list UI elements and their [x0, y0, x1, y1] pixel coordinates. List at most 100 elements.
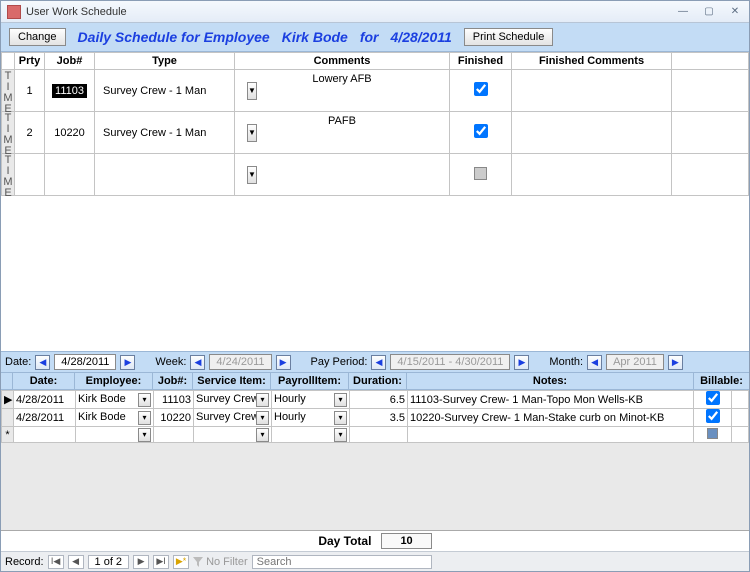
- change-button[interactable]: Change: [9, 28, 66, 46]
- col-job: Job#: [45, 53, 95, 70]
- employee-value[interactable]: Kirk Bode: [78, 393, 138, 407]
- duration-cell[interactable]: 6.5: [350, 391, 408, 409]
- nav-date-prev[interactable]: ◀: [35, 355, 50, 370]
- nav-date-value[interactable]: 4/28/2011: [54, 354, 116, 370]
- nav-bar: Date: ◀ 4/28/2011 ▶ Week: ◀ 4/24/2011 ▶ …: [1, 351, 749, 373]
- lcol-duration: Duration:: [349, 373, 407, 389]
- prty-cell[interactable]: 1: [15, 70, 45, 112]
- service-dropdown-icon[interactable]: ▾: [256, 411, 269, 425]
- service-value[interactable]: Survey Crew-: [196, 411, 256, 425]
- comments-cell[interactable]: PAFB: [235, 112, 450, 154]
- job-cell[interactable]: 10220: [154, 409, 194, 427]
- notes-cell[interactable]: 10220-Survey Crew- 1 Man-Stake curb on M…: [408, 409, 694, 427]
- filter-status[interactable]: No Filter: [193, 556, 248, 568]
- nav-period-next[interactable]: ▶: [514, 355, 529, 370]
- service-dropdown-icon[interactable]: ▾: [256, 393, 269, 407]
- nav-week-value[interactable]: 4/24/2011: [209, 354, 271, 370]
- col-prty: Prty: [15, 53, 45, 70]
- employee-value[interactable]: [78, 428, 138, 442]
- record-first[interactable]: I◀: [48, 555, 64, 569]
- billable-checkbox[interactable]: [706, 409, 720, 423]
- record-new[interactable]: ▶*: [173, 555, 189, 569]
- job-number[interactable]: 11103: [52, 84, 87, 98]
- payroll-dropdown-icon[interactable]: ▾: [334, 393, 347, 407]
- record-nav-bar: Record: I◀ ◀ 1 of 2 ▶ ▶I ▶* No Filter: [1, 551, 749, 571]
- lcol-job: Job#:: [153, 373, 193, 389]
- nav-month-prev[interactable]: ◀: [587, 355, 602, 370]
- spacer: [1, 242, 749, 351]
- app-window: User Work Schedule — ▢ ✕ Change Daily Sc…: [0, 0, 750, 572]
- finished-checkbox[interactable]: [474, 124, 488, 138]
- row-selector[interactable]: ▶: [2, 391, 14, 409]
- finished-checkbox[interactable]: [474, 82, 488, 96]
- payroll-value[interactable]: [274, 428, 334, 442]
- duration-cell[interactable]: 3.5: [350, 409, 408, 427]
- record-last[interactable]: ▶I: [153, 555, 169, 569]
- date-cell[interactable]: 4/28/2011: [14, 409, 76, 427]
- employee-value[interactable]: Kirk Bode: [78, 411, 138, 425]
- nav-month-next[interactable]: ▶: [668, 355, 683, 370]
- nav-period-label: Pay Period:: [311, 356, 368, 368]
- fin-comments-cell[interactable]: [512, 70, 672, 112]
- payroll-dropdown-icon[interactable]: ▾: [334, 428, 347, 442]
- type-dropdown-icon[interactable]: ▼: [247, 166, 257, 184]
- maximize-button[interactable]: ▢: [699, 5, 719, 19]
- service-value[interactable]: Survey Crew-: [196, 393, 256, 407]
- notes-cell[interactable]: [408, 427, 694, 443]
- search-input[interactable]: [252, 555, 432, 569]
- payroll-value[interactable]: Hourly: [274, 393, 334, 407]
- app-icon: [7, 5, 21, 19]
- row-selector[interactable]: [2, 409, 14, 427]
- time-grid-wrap: ▶ 4/28/2011 Kirk Bode▾ 11103 Survey Crew…: [1, 390, 749, 530]
- nav-week-prev[interactable]: ◀: [190, 355, 205, 370]
- nav-period-value[interactable]: 4/15/2011 - 4/30/2011: [390, 354, 510, 370]
- funnel-icon: [193, 557, 203, 567]
- time-grid: ▶ 4/28/2011 Kirk Bode▾ 11103 Survey Crew…: [1, 390, 749, 443]
- type-input[interactable]: [101, 124, 247, 142]
- record-position[interactable]: 1 of 2: [88, 555, 130, 569]
- total-label: Day Total: [318, 534, 371, 548]
- close-button[interactable]: ✕: [725, 5, 745, 19]
- prty-cell[interactable]: [15, 154, 45, 196]
- minimize-button[interactable]: —: [673, 5, 693, 19]
- service-dropdown-icon[interactable]: ▾: [256, 428, 269, 442]
- time-button[interactable]: TIME: [2, 112, 15, 154]
- payroll-dropdown-icon[interactable]: ▾: [334, 411, 347, 425]
- nav-date-next[interactable]: ▶: [120, 355, 135, 370]
- date-cell[interactable]: [14, 427, 76, 443]
- nav-period-prev[interactable]: ◀: [371, 355, 386, 370]
- duration-cell[interactable]: [350, 427, 408, 443]
- employee-dropdown-icon[interactable]: ▾: [138, 411, 151, 425]
- time-grid-header: Date: Employee: Job#: Service Item: Payr…: [1, 373, 749, 390]
- lcol-payroll: PayrollItem:: [271, 373, 349, 389]
- fin-comments-cell[interactable]: [512, 112, 672, 154]
- type-dropdown-icon[interactable]: ▼: [247, 82, 257, 100]
- comments-cell[interactable]: [235, 154, 450, 196]
- type-input[interactable]: [101, 166, 247, 184]
- fin-comments-cell[interactable]: [512, 154, 672, 196]
- billable-checkbox[interactable]: [706, 391, 720, 405]
- employee-dropdown-icon[interactable]: ▾: [138, 393, 151, 407]
- type-dropdown-icon[interactable]: ▼: [247, 124, 257, 142]
- nav-month-value[interactable]: Apr 2011: [606, 354, 664, 370]
- payroll-value[interactable]: Hourly: [274, 411, 334, 425]
- job-cell[interactable]: 11103: [154, 391, 194, 409]
- notes-cell[interactable]: 11103-Survey Crew- 1 Man-Topo Mon Wells-…: [408, 391, 694, 409]
- comments-cell[interactable]: Lowery AFB: [235, 70, 450, 112]
- titlebar: User Work Schedule — ▢ ✕: [1, 1, 749, 23]
- time-button[interactable]: TIME: [2, 154, 15, 196]
- employee-dropdown-icon[interactable]: ▾: [138, 428, 151, 442]
- service-value[interactable]: [196, 428, 256, 442]
- record-next[interactable]: ▶: [133, 555, 149, 569]
- record-prev[interactable]: ◀: [68, 555, 84, 569]
- job-number[interactable]: 10220: [54, 127, 85, 139]
- prty-cell[interactable]: 2: [15, 112, 45, 154]
- job-cell[interactable]: [154, 427, 194, 443]
- header-bar: Change Daily Schedule for Employee Kirk …: [1, 23, 749, 52]
- row-selector[interactable]: *: [2, 427, 14, 443]
- print-schedule-button[interactable]: Print Schedule: [464, 28, 554, 46]
- nav-week-next[interactable]: ▶: [276, 355, 291, 370]
- time-button[interactable]: TIME: [2, 70, 15, 112]
- date-cell[interactable]: 4/28/2011: [14, 391, 76, 409]
- type-input[interactable]: [101, 82, 247, 100]
